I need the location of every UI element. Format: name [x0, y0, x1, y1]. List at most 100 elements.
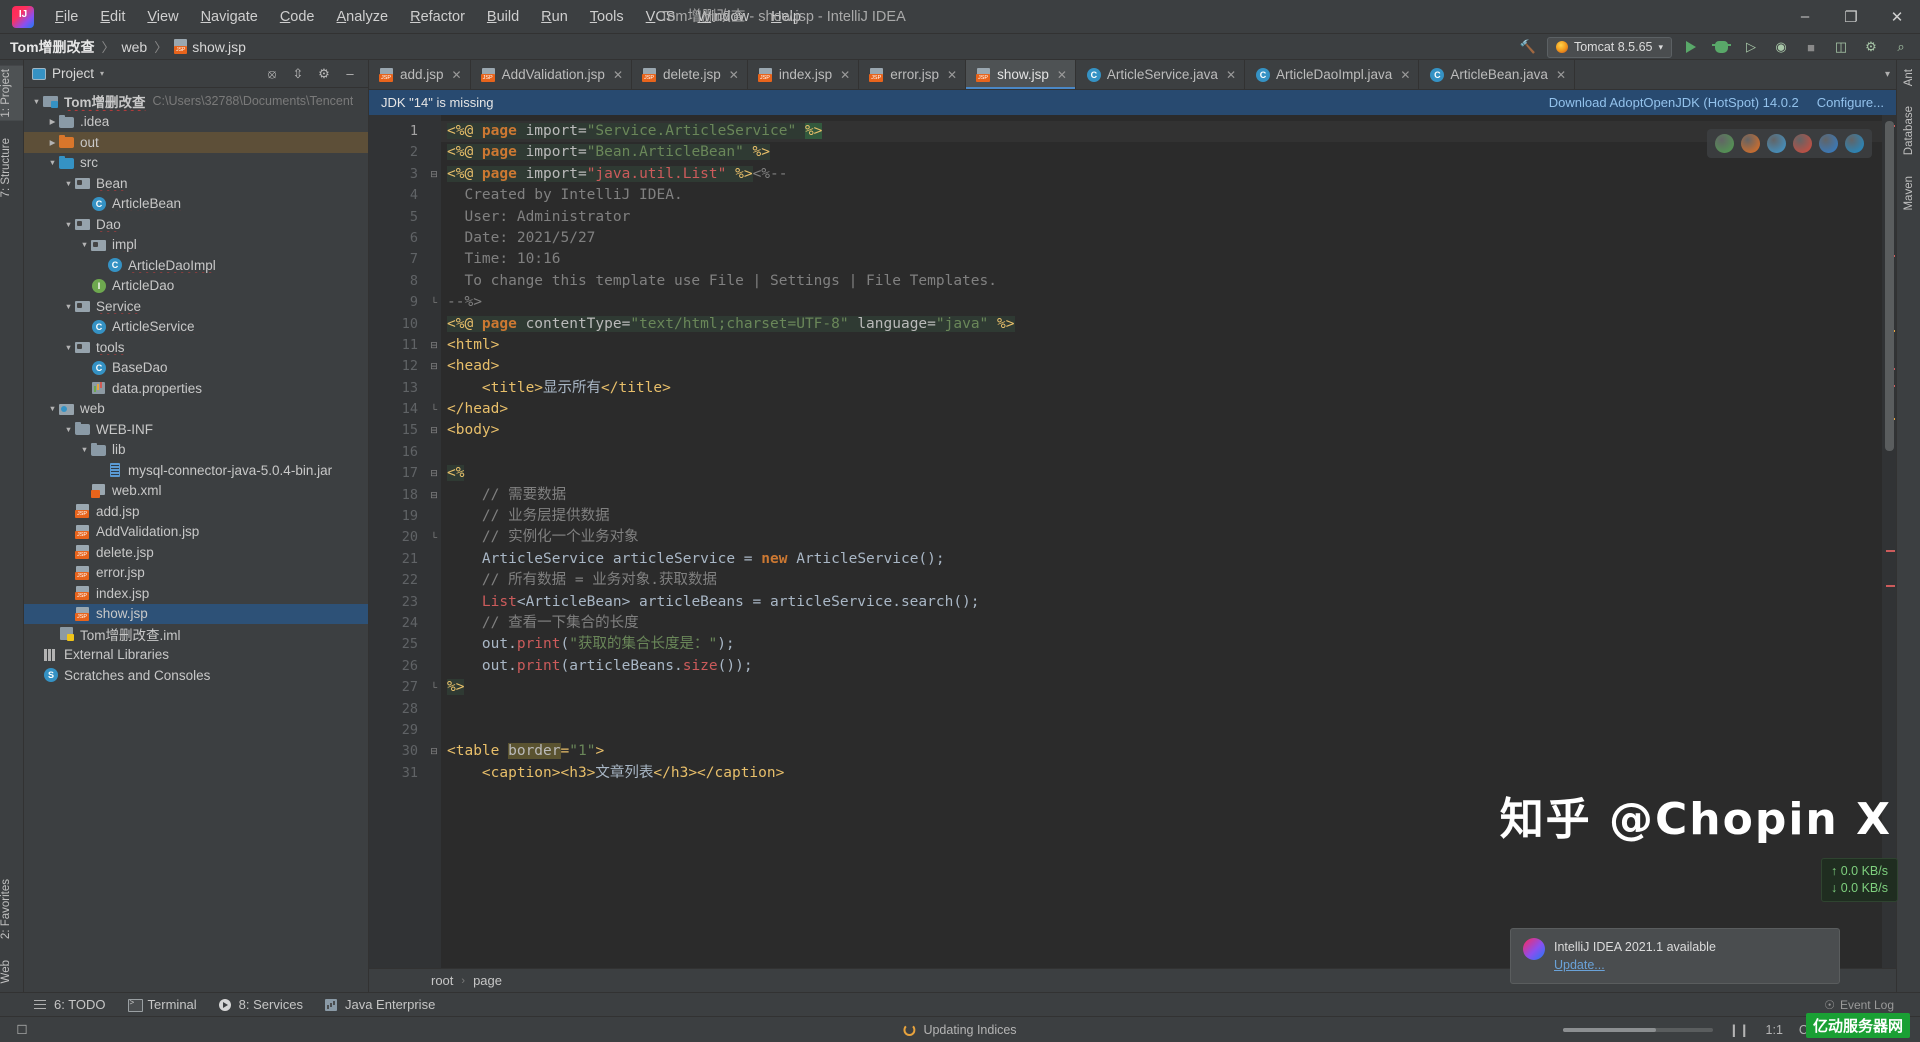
error-marker[interactable] — [1886, 550, 1895, 552]
code-line[interactable]: out.print("获取的集合长度是："); — [441, 634, 1882, 655]
line-number[interactable]: 15 — [369, 420, 427, 441]
close-tab-icon[interactable]: ✕ — [947, 68, 957, 82]
right-rail-button-database[interactable]: Database — [1903, 103, 1915, 158]
chevron-open-icon[interactable] — [46, 158, 59, 167]
line-number[interactable]: 20 — [369, 527, 427, 548]
code-line[interactable]: // 实例化一个业务对象 — [441, 527, 1882, 548]
editor-tab-addvalidationjsp[interactable]: AddValidation.jsp ✕ — [471, 60, 632, 89]
caret-position[interactable]: 1:1 — [1766, 1023, 1783, 1037]
close-tab-icon[interactable]: ✕ — [1556, 68, 1566, 82]
code-line[interactable]: --%> — [441, 292, 1882, 313]
line-number[interactable]: 31 — [369, 763, 427, 784]
code-line[interactable]: List<ArticleBean> articleBeans = article… — [441, 592, 1882, 613]
pause-icon[interactable]: ❙❙ — [1729, 1022, 1750, 1037]
right-rail-button-ant[interactable]: Ant — [1903, 66, 1915, 89]
line-number[interactable]: 28 — [369, 699, 427, 720]
line-number[interactable]: 19 — [369, 506, 427, 527]
tree-node-articledaoimpl[interactable]: ArticleDaoImpl — [24, 255, 368, 276]
editor-breadcrumb-page[interactable]: page — [473, 973, 502, 988]
tree-node-idea[interactable]: .idea — [24, 112, 368, 133]
download-jdk-link[interactable]: Download AdoptOpenJDK (HotSpot) 14.0.2 — [1549, 95, 1799, 110]
rail-button-favorites[interactable]: 2: Favorites — [0, 876, 23, 942]
line-number[interactable]: 13 — [369, 378, 427, 399]
chevron-down-icon[interactable]: ▾ — [100, 69, 104, 78]
line-number[interactable]: 12 — [369, 356, 427, 377]
code-line[interactable]: <caption><h3>文章列表</h3></caption> — [441, 763, 1882, 784]
line-number[interactable]: 10 — [369, 314, 427, 335]
line-number[interactable]: 17 — [369, 463, 427, 484]
code-line[interactable] — [441, 442, 1882, 463]
menu-item-tools[interactable]: Tools — [579, 5, 635, 29]
settings-icon[interactable]: ⚙ — [316, 66, 332, 82]
menu-item-navigate[interactable]: Navigate — [190, 5, 269, 29]
tree-node-web[interactable]: web — [24, 399, 368, 420]
chevron-open-icon[interactable] — [62, 343, 75, 352]
tree-node-articledao[interactable]: ArticleDao — [24, 276, 368, 297]
close-tab-icon[interactable]: ✕ — [729, 68, 739, 82]
tree-node-errorjsp[interactable]: error.jsp — [24, 563, 368, 584]
tool-window-terminal[interactable]: Terminal — [127, 997, 197, 1012]
code-line[interactable]: Created by IntelliJ IDEA. — [441, 185, 1882, 206]
line-number[interactable]: 5 — [369, 207, 427, 228]
fold-toggle-icon[interactable]: ⊟ — [427, 741, 441, 762]
code-line[interactable]: // 业务层提供数据 — [441, 506, 1882, 527]
firefox-icon[interactable] — [1741, 134, 1760, 153]
idea-update-popup[interactable]: IntelliJ IDEA 2021.1 available Update... — [1510, 928, 1840, 984]
line-number[interactable]: 18 — [369, 485, 427, 506]
line-number[interactable]: 6 — [369, 228, 427, 249]
tree-node-articleservice[interactable]: ArticleService — [24, 317, 368, 338]
line-number[interactable]: 22 — [369, 570, 427, 591]
code-line[interactable] — [441, 699, 1882, 720]
chevron-open-icon[interactable] — [62, 302, 75, 311]
chevron-open-icon[interactable] — [46, 404, 59, 413]
close-tab-icon[interactable]: ✕ — [1057, 68, 1067, 82]
tab-overflow-icon[interactable]: ▾ — [1885, 69, 1890, 80]
menu-item-edit[interactable]: Edit — [89, 5, 136, 29]
hide-icon[interactable]: – — [342, 66, 358, 81]
profiler-button[interactable]: ◉ — [1770, 37, 1792, 57]
editor-tab-articlebeanjava[interactable]: ArticleBean.java ✕ — [1419, 60, 1575, 89]
code-line[interactable]: // 查看一下集合的长度 — [441, 613, 1882, 634]
event-log-button[interactable]: ☉ Event Log — [1824, 998, 1894, 1012]
fold-toggle-icon[interactable]: └ — [427, 292, 441, 313]
code-line[interactable]: // 所有数据 = 业务对象.获取数据 — [441, 570, 1882, 591]
breadcrumb-file[interactable]: show.jsp — [192, 39, 246, 55]
line-number[interactable]: 25 — [369, 634, 427, 655]
code-line[interactable]: ArticleService articleService = new Arti… — [441, 549, 1882, 570]
menu-item-build[interactable]: Build — [476, 5, 530, 29]
tree-node-showjsp[interactable]: show.jsp — [24, 603, 368, 624]
tree-node-webinf[interactable]: WEB-INF — [24, 419, 368, 440]
editor-tab-showjsp[interactable]: show.jsp ✕ — [966, 60, 1076, 89]
tree-node-scratchesandconsoles[interactable]: Scratches and Consoles — [24, 665, 368, 686]
tree-node-externallibraries[interactable]: External Libraries — [24, 645, 368, 666]
code-line[interactable]: <%@ page import="java.util.List" %><%-- — [441, 164, 1882, 185]
code-line[interactable]: // 需要数据 — [441, 485, 1882, 506]
menu-item-analyze[interactable]: Analyze — [326, 5, 400, 29]
error-marker[interactable] — [1886, 585, 1895, 587]
tree-node-dataproperties[interactable]: data.properties — [24, 378, 368, 399]
line-number[interactable]: 16 — [369, 442, 427, 463]
tree-node-webxml[interactable]: web.xml — [24, 481, 368, 502]
debug-button[interactable] — [1710, 37, 1732, 57]
tree-node-indexjsp[interactable]: index.jsp — [24, 583, 368, 604]
maximize-button[interactable]: ❐ — [1828, 0, 1874, 34]
code-line[interactable] — [441, 720, 1882, 741]
rail-button-project[interactable]: 1: Project — [0, 66, 23, 121]
tree-node-deletejsp[interactable]: delete.jsp — [24, 542, 368, 563]
line-number[interactable]: 3 — [369, 164, 427, 185]
line-number[interactable]: 27 — [369, 677, 427, 698]
tree-node-tools[interactable]: tools — [24, 337, 368, 358]
close-tab-icon[interactable]: ✕ — [1226, 68, 1236, 82]
code-line[interactable]: <%@ page import="Bean.ArticleBean" %> — [441, 142, 1882, 163]
chevron-open-icon[interactable] — [62, 179, 75, 188]
line-number[interactable]: 30 — [369, 741, 427, 762]
right-rail-button-maven[interactable]: Maven — [1903, 173, 1915, 214]
tool-window-6todo[interactable]: 6: TODO — [34, 997, 106, 1012]
line-number[interactable]: 29 — [369, 720, 427, 741]
code-line[interactable]: User: Administrator — [441, 207, 1882, 228]
search-icon[interactable]: ⌕ — [1890, 37, 1912, 57]
edge-icon[interactable] — [1819, 134, 1838, 153]
line-number[interactable]: 8 — [369, 271, 427, 292]
tool-window-8services[interactable]: 8: Services — [218, 997, 303, 1012]
configure-jdk-link[interactable]: Configure... — [1817, 95, 1884, 110]
